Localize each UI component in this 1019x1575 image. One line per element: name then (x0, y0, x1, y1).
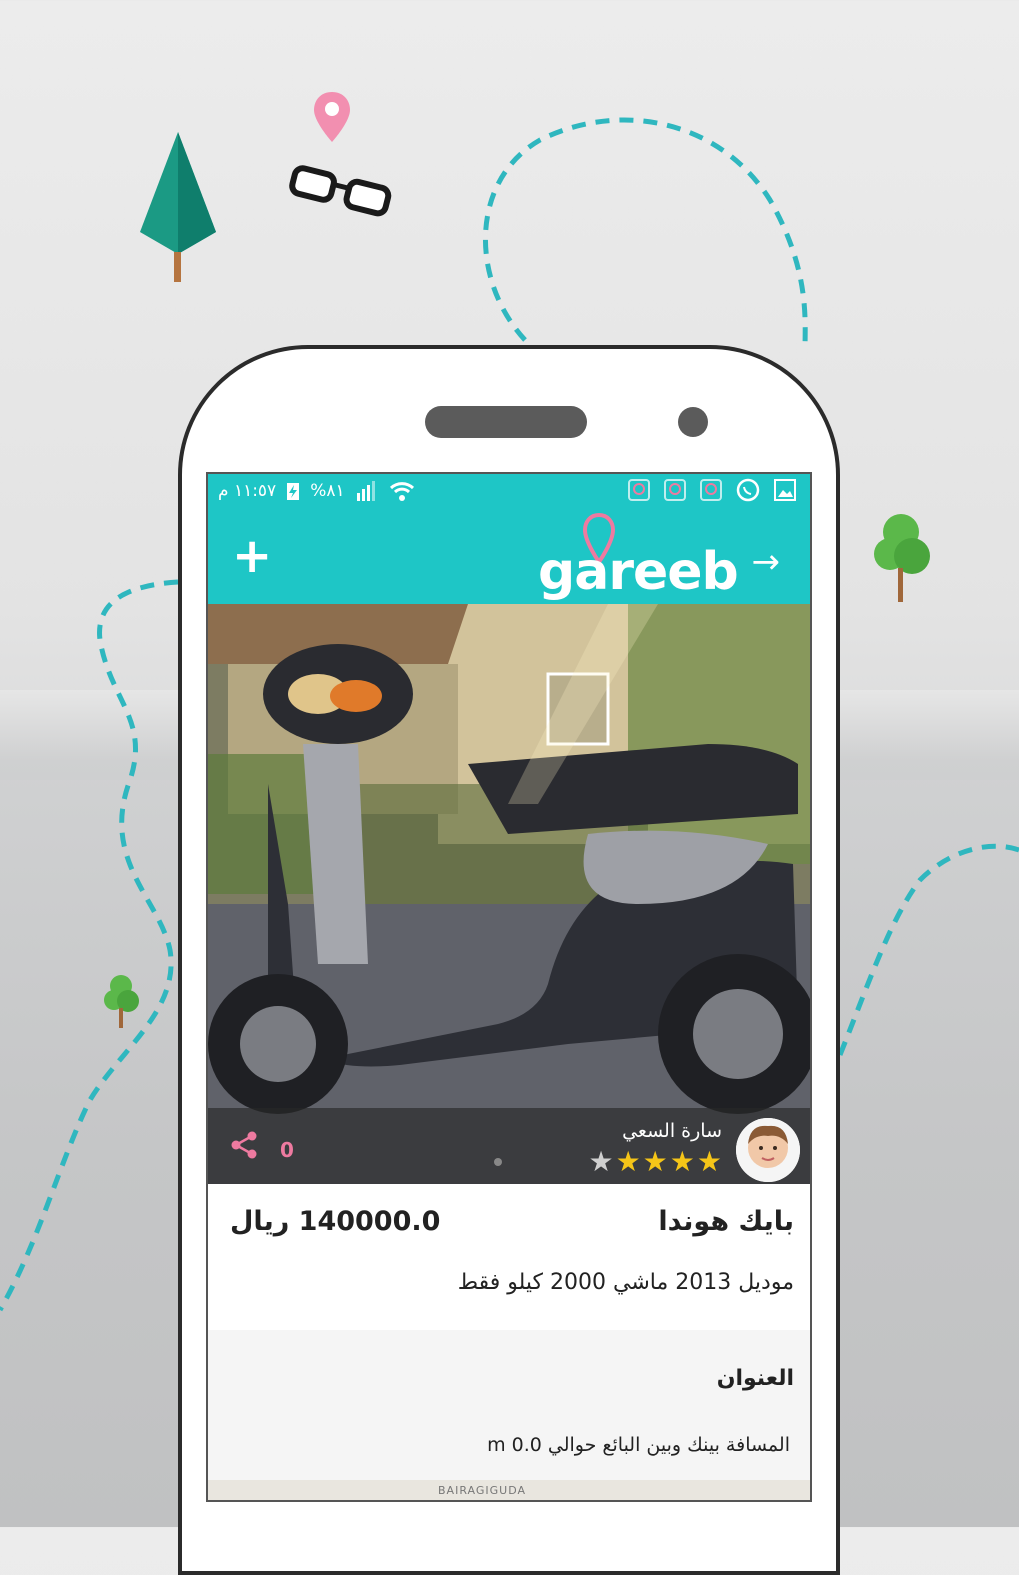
star-icon: ★ (642, 1145, 668, 1178)
address-label: العنوان (716, 1366, 794, 1391)
listing-photo[interactable]: سارة السعي ★ ★ ★ ★ ★ 0 (208, 604, 810, 1184)
seller-avatar[interactable] (736, 1118, 800, 1182)
add-listing-button[interactable]: + (232, 532, 272, 580)
signal-icon (356, 481, 375, 501)
tree-icon (874, 514, 930, 602)
app-logo: gareeb (538, 542, 739, 602)
map-location-label: BAIRAGIGUDA (438, 1484, 526, 1497)
notification-pin-icon (628, 479, 650, 501)
listing-details: بايك هوندا 140000.0 ريال موديل 2013 ماشي… (208, 1184, 810, 1330)
scooter-photo-illustration (208, 604, 810, 1184)
seller-name: سارة السعي (622, 1120, 722, 1142)
map-preview[interactable]: BAIRAGIGUDA (208, 1480, 810, 1500)
battery-charging-icon (287, 483, 300, 500)
listing-price: 140000.0 ريال (230, 1206, 441, 1237)
gallery-icon (774, 479, 796, 501)
whatsapp-icon (736, 478, 760, 502)
phone-speaker (425, 406, 587, 438)
photo-info-overlay: سارة السعي ★ ★ ★ ★ ★ 0 (208, 1108, 810, 1184)
listing-title: بايك هوندا (658, 1206, 794, 1237)
seller-distance: المسافة بينك وبين البائع حوالي 0.0 m (487, 1434, 790, 1456)
star-icon: ★ (696, 1145, 722, 1178)
listing-description: موديل 2013 ماشي 2000 كيلو فقط (457, 1270, 794, 1295)
glasses-icon (289, 165, 392, 217)
status-time: ١١:٥٧ م (218, 481, 277, 501)
star-icon: ★ (615, 1145, 641, 1178)
app-bar: + gareeb → (208, 508, 810, 604)
address-section: العنوان المسافة بينك وبين البائع حوالي 0… (208, 1330, 810, 1480)
notification-pin-icon (664, 479, 686, 501)
star-icon: ★ (588, 1145, 614, 1178)
seller-avatar-image (736, 1118, 800, 1182)
share-count: 0 (280, 1138, 294, 1162)
wifi-icon (389, 482, 414, 501)
app-screen: ١١:٥٧ م %٨١ + gareeb → سارة السعي ★ ★ ★ … (206, 472, 812, 1502)
phone-camera (678, 407, 708, 437)
location-pin-icon (314, 92, 350, 142)
back-arrow-button[interactable]: → (752, 542, 781, 582)
notification-pin-icon (700, 479, 722, 501)
star-icon: ★ (669, 1145, 695, 1178)
share-icon[interactable] (230, 1130, 260, 1160)
tree-icon (104, 975, 139, 1028)
status-bar: ١١:٥٧ م %٨١ (208, 474, 810, 508)
carousel-indicator (494, 1158, 502, 1166)
battery-percent: %٨١ (310, 481, 345, 501)
seller-rating: ★ ★ ★ ★ ★ (588, 1148, 722, 1176)
tree-icon (140, 132, 216, 282)
